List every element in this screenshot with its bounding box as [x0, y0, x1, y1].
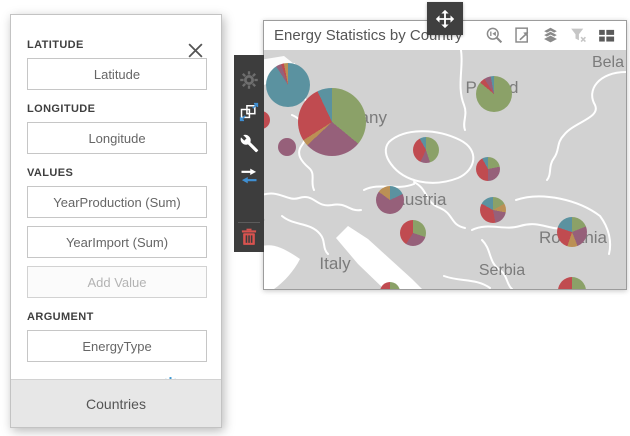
longitude-section-label: LONGITUDE	[27, 103, 205, 115]
multiselection-layers-icon[interactable]	[541, 26, 560, 45]
settings-gear-icon[interactable]	[239, 70, 259, 90]
map-body[interactable]: GermanyPolandBelaAustriaItalySerbiaRoman…	[264, 50, 626, 289]
dashboard-designer-stage: Energy Statistics by Country	[0, 0, 630, 436]
value-field-yearproduction[interactable]: YearProduction (Sum)	[27, 186, 207, 218]
latitude-section-label: LATITUDE	[27, 39, 205, 51]
values-section-label: VALUES	[27, 167, 205, 179]
longitude-field[interactable]: Longitude	[27, 122, 207, 154]
initial-extent-icon[interactable]	[485, 26, 504, 45]
wrench-options-icon[interactable]	[239, 134, 259, 154]
pie-marker-slovakia[interactable]	[476, 157, 500, 181]
argument-field-energytype[interactable]: EnergyType	[27, 330, 207, 362]
caption-toolbar	[485, 26, 616, 45]
map-borders	[264, 50, 626, 289]
value-field-yearimport[interactable]: YearImport (Sum)	[27, 226, 207, 258]
data-binding-panel: LATITUDE Latitude LONGITUDE Longitude VA…	[10, 14, 222, 428]
pie-marker-germany[interactable]	[298, 88, 366, 156]
move-cross-icon	[434, 8, 456, 30]
map-label-bela: Bela	[592, 54, 624, 72]
toolbar-divider	[238, 222, 260, 223]
resize-layout-icon[interactable]	[239, 102, 259, 122]
add-value-button[interactable]: Add Value	[27, 266, 207, 298]
export-to-icon[interactable]	[513, 26, 532, 45]
map-label-italy: Italy	[319, 254, 350, 274]
pie-marker-netherlands[interactable]	[266, 63, 310, 107]
pie-marker-romania[interactable]	[557, 217, 587, 247]
map-label-e: e	[264, 211, 265, 227]
map-label-serbia: Serbia	[479, 262, 525, 280]
pie-marker-hungary[interactable]	[480, 197, 506, 223]
values-grid-icon[interactable]	[597, 26, 616, 45]
pie-marker-czech[interactable]	[413, 137, 439, 163]
widget-move-handle[interactable]	[427, 2, 463, 35]
pie-marker-belgium[interactable]	[278, 138, 296, 156]
data-source-countries[interactable]: Countries	[11, 379, 221, 427]
argument-section-label: ARGUMENT	[27, 311, 205, 323]
latitude-field[interactable]: Latitude	[27, 58, 207, 90]
convert-arrows-icon[interactable]	[239, 166, 259, 186]
map-widget: Energy Statistics by Country	[263, 20, 627, 290]
pie-marker-slovenia[interactable]	[400, 220, 426, 246]
delete-trash-icon[interactable]	[239, 227, 259, 247]
clear-master-filter-icon[interactable]	[569, 26, 588, 45]
pie-marker-austria[interactable]	[376, 186, 404, 214]
close-icon[interactable]	[187, 42, 204, 59]
item-toolbar	[234, 55, 264, 252]
pie-marker-poland[interactable]	[476, 76, 512, 112]
